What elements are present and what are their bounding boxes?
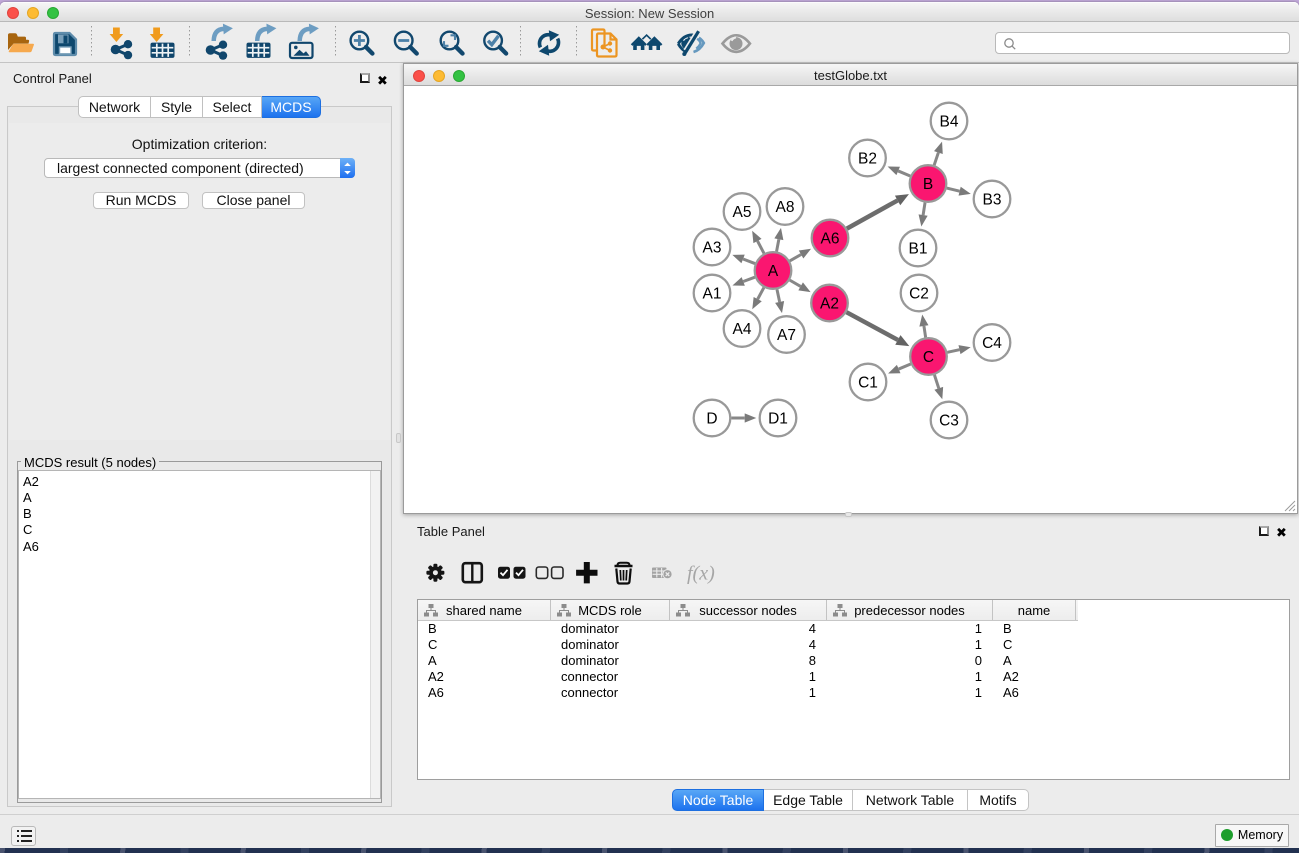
svg-text:A3: A3 [703, 239, 722, 256]
svg-text:A6: A6 [821, 230, 840, 247]
svg-text:C1: C1 [858, 374, 878, 391]
svg-text:A8: A8 [776, 199, 795, 216]
svg-text:A1: A1 [703, 285, 722, 302]
svg-text:D: D [706, 410, 717, 427]
svg-text:A5: A5 [733, 204, 752, 221]
svg-text:A7: A7 [777, 327, 796, 344]
svg-text:B2: B2 [858, 150, 877, 167]
svg-text:D1: D1 [768, 410, 788, 427]
svg-text:f(x): f(x) [687, 563, 715, 585]
svg-text:C4: C4 [982, 335, 1002, 352]
svg-text:C: C [923, 349, 934, 366]
svg-text:B3: B3 [983, 191, 1002, 208]
svg-text:C3: C3 [939, 412, 959, 429]
svg-text:B4: B4 [940, 113, 959, 130]
svg-text:A2: A2 [820, 295, 839, 312]
svg-text:A: A [768, 263, 779, 280]
svg-text:B1: B1 [909, 240, 928, 257]
svg-text:A4: A4 [733, 321, 752, 338]
svg-text:B: B [923, 176, 933, 193]
svg-text:C2: C2 [909, 285, 929, 302]
